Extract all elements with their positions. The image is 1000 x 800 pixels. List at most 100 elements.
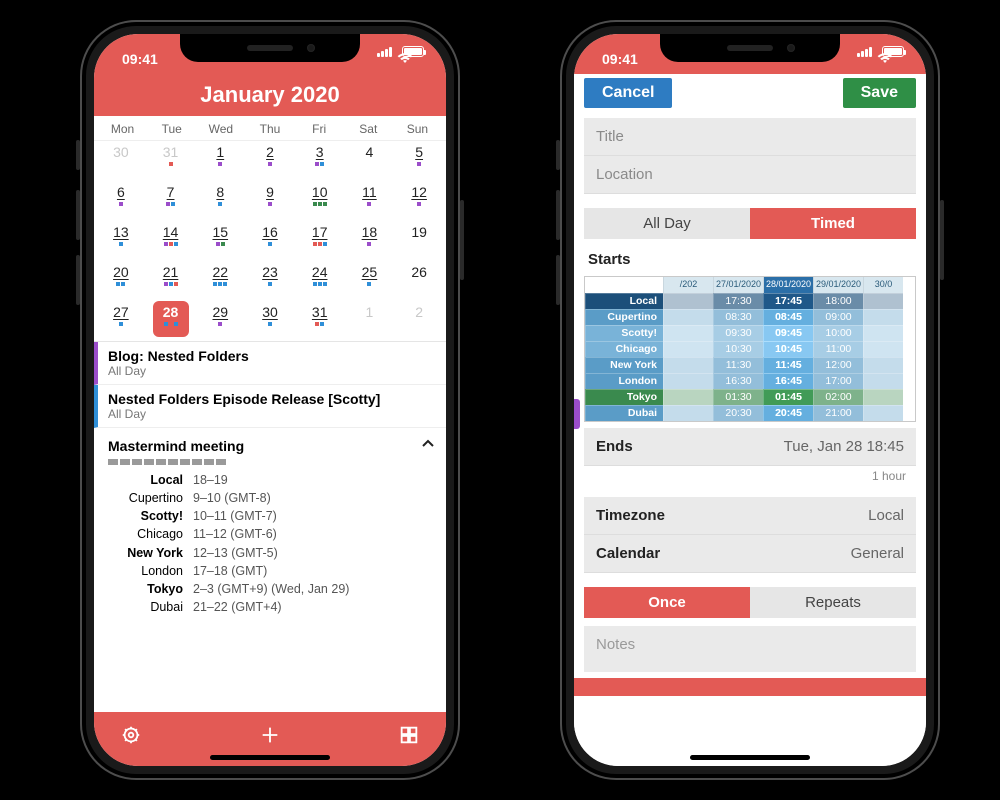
timezone-row: Dubai21–22 (GMT+4) [108, 598, 436, 616]
day-cell[interactable]: 31 [295, 301, 345, 341]
picker-row[interactable]: Tokyo01:3001:4502:00 [585, 389, 915, 405]
day-cell[interactable]: 22 [195, 261, 245, 301]
day-cell[interactable]: 20 [96, 261, 146, 301]
day-cell[interactable]: 25 [345, 261, 395, 301]
collapse-icon[interactable] [420, 436, 436, 455]
title-field[interactable]: Title [584, 118, 916, 156]
weekday-label: Fri [295, 122, 344, 136]
segment-once[interactable]: Once [584, 587, 750, 618]
event-item[interactable]: Nested Folders Episode Release [Scotty]A… [94, 385, 446, 428]
add-event-icon[interactable] [259, 724, 281, 751]
event-subtitle: All Day [108, 364, 436, 378]
timezone-picker[interactable]: /20227/01/202028/01/202029/01/202030/0Lo… [584, 276, 916, 422]
day-cell[interactable]: 30 [245, 301, 295, 341]
repeat-segment[interactable]: Once Repeats [584, 587, 916, 618]
weekday-label: Mon [98, 122, 147, 136]
day-cell[interactable]: 23 [245, 261, 295, 301]
view-grid-icon[interactable] [398, 724, 420, 751]
day-cell[interactable]: 10 [295, 181, 345, 221]
ends-label: Ends [596, 438, 633, 455]
timezone-row: Cupertino9–10 (GMT-8) [108, 489, 436, 507]
weekday-header: MonTueWedThuFriSatSun [94, 116, 446, 141]
weekday-label: Wed [196, 122, 245, 136]
cancel-button[interactable]: Cancel [584, 78, 672, 108]
picker-row[interactable]: Local17:3017:4518:00 [585, 293, 915, 309]
day-cell[interactable]: 11 [345, 181, 395, 221]
day-cell[interactable]: 1 [345, 301, 395, 341]
home-indicator[interactable] [690, 755, 810, 760]
ends-row[interactable]: Ends Tue, Jan 28 18:45 [584, 428, 916, 466]
cellular-icon [377, 47, 392, 57]
day-cell[interactable]: 2 [394, 301, 444, 341]
allday-timed-segment[interactable]: All Day Timed [584, 208, 916, 239]
day-cell[interactable]: 26 [394, 261, 444, 301]
event-mastermind[interactable]: Mastermind meeting Local18–19Cupertino9–… [94, 428, 446, 624]
day-cell[interactable]: 30 [96, 141, 146, 181]
weekday-label: Sat [344, 122, 393, 136]
device-notch [180, 34, 360, 62]
picker-row[interactable]: Cupertino08:3008:4509:00 [585, 309, 915, 325]
location-field[interactable]: Location [584, 156, 916, 194]
event-item[interactable]: Blog: Nested FoldersAll Day [94, 342, 446, 385]
bottom-red-bar [574, 678, 926, 696]
notes-field[interactable]: Notes [584, 626, 916, 672]
timezone-row: Scotty!10–11 (GMT-7) [108, 507, 436, 525]
weekday-label: Tue [147, 122, 196, 136]
day-cell[interactable]: 27 [96, 301, 146, 341]
event-title: Mastermind meeting [108, 438, 244, 454]
day-cell[interactable]: 31 [146, 141, 196, 181]
day-cell[interactable]: 12 [394, 181, 444, 221]
timezone-list: Local18–19Cupertino9–10 (GMT-8)Scotty!10… [108, 471, 436, 616]
duration-note: 1 hour [574, 466, 926, 491]
timezone-row: Chicago11–12 (GMT-6) [108, 525, 436, 543]
picker-row[interactable]: London16:3016:4517:00 [585, 373, 915, 389]
day-cell[interactable]: 1 [195, 141, 245, 181]
home-indicator[interactable] [210, 755, 330, 760]
segment-timed[interactable]: Timed [750, 208, 916, 239]
day-cell[interactable]: 29 [195, 301, 245, 341]
day-cell[interactable]: 13 [96, 221, 146, 261]
picker-row[interactable]: New York11:3011:4512:00 [585, 357, 915, 373]
picker-row[interactable]: Chicago10:3010:4511:00 [585, 341, 915, 357]
calendar-month-title[interactable]: January 2020 [94, 74, 446, 116]
day-cell[interactable]: 14 [146, 221, 196, 261]
day-cell[interactable]: 8 [195, 181, 245, 221]
device-notch [660, 34, 840, 62]
segment-repeats[interactable]: Repeats [750, 587, 916, 618]
event-title: Blog: Nested Folders [108, 348, 436, 364]
day-cell[interactable]: 16 [245, 221, 295, 261]
day-cell[interactable]: 6 [96, 181, 146, 221]
timezone-row: London17–18 (GMT) [108, 562, 436, 580]
day-cell[interactable]: 7 [146, 181, 196, 221]
day-cell[interactable]: 19 [394, 221, 444, 261]
day-cell[interactable]: 28 [146, 301, 196, 341]
side-color-tab [574, 399, 580, 429]
day-cell[interactable]: 18 [345, 221, 395, 261]
weekday-label: Sun [393, 122, 442, 136]
day-cell[interactable]: 17 [295, 221, 345, 261]
day-cell[interactable]: 24 [295, 261, 345, 301]
timezone-row: Tokyo2–3 (GMT+9) (Wed, Jan 29) [108, 580, 436, 598]
day-cell[interactable]: 2 [245, 141, 295, 181]
timezone-row[interactable]: Timezone Local [584, 497, 916, 535]
day-cell[interactable]: 3 [295, 141, 345, 181]
ends-value: Tue, Jan 28 18:45 [784, 438, 904, 455]
day-cell[interactable]: 15 [195, 221, 245, 261]
day-cell[interactable]: 9 [245, 181, 295, 221]
day-cell[interactable]: 5 [394, 141, 444, 181]
cellular-icon [857, 47, 872, 57]
day-cell[interactable]: 4 [345, 141, 395, 181]
starts-label: Starts [574, 247, 926, 272]
day-cell[interactable]: 21 [146, 261, 196, 301]
save-button[interactable]: Save [843, 78, 916, 108]
battery-icon [882, 46, 904, 57]
month-grid[interactable]: 3031123456789101112131415161718192021222… [94, 141, 446, 341]
settings-icon[interactable] [120, 724, 142, 751]
segment-all-day[interactable]: All Day [584, 208, 750, 239]
status-time: 09:41 [122, 51, 158, 67]
timezone-row: New York12–13 (GMT-5) [108, 544, 436, 562]
events-list[interactable]: Blog: Nested FoldersAll DayNested Folder… [94, 341, 446, 712]
picker-row[interactable]: Dubai20:3020:4521:00 [585, 405, 915, 421]
picker-row[interactable]: Scotty!09:3009:4510:00 [585, 325, 915, 341]
calendar-row[interactable]: Calendar General [584, 535, 916, 573]
